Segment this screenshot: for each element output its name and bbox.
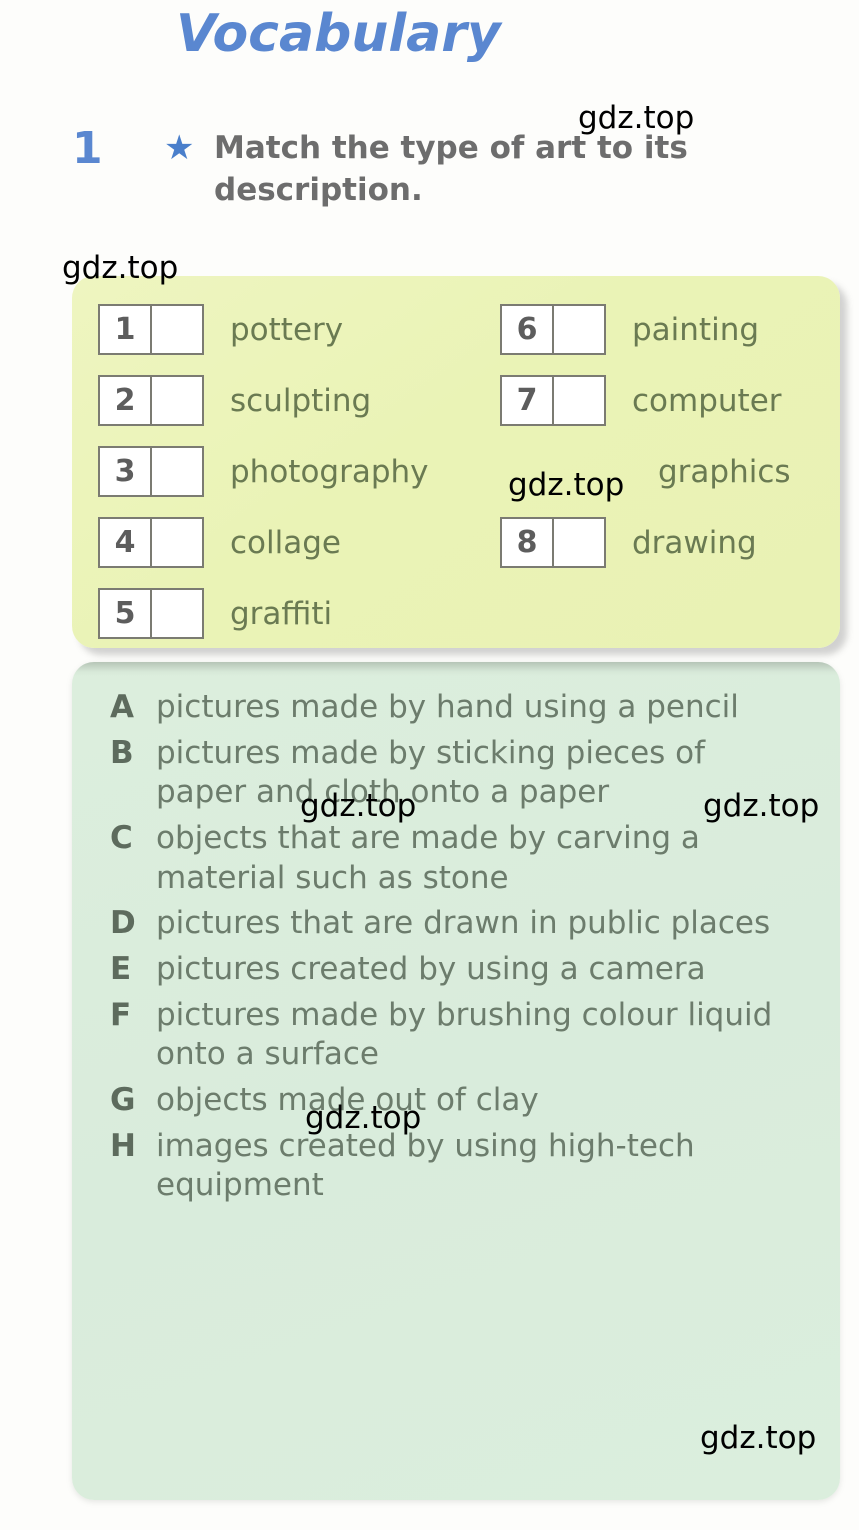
description-text: pictures made by hand using a pencil bbox=[156, 689, 739, 725]
term-number: 5 bbox=[100, 590, 152, 637]
description-letter: C bbox=[110, 820, 133, 857]
list-item: C objects that are made by carving a mat… bbox=[110, 819, 828, 898]
term-number: 1 bbox=[100, 306, 152, 353]
description-letter: B bbox=[110, 734, 134, 771]
answer-input-6[interactable] bbox=[554, 306, 604, 353]
answer-input-2[interactable] bbox=[152, 377, 202, 424]
term-label: computer bbox=[632, 382, 782, 419]
answer-input-4[interactable] bbox=[152, 519, 202, 566]
answer-input-1[interactable] bbox=[152, 306, 202, 353]
term-row: 3 photography bbox=[98, 436, 478, 507]
list-item: B pictures made by sticking pieces of pa… bbox=[110, 734, 828, 813]
term-label: pottery bbox=[230, 311, 344, 348]
term-number: 7 bbox=[502, 377, 554, 424]
list-item: D pictures that are drawn in public plac… bbox=[110, 904, 828, 944]
term-number: 2 bbox=[100, 377, 152, 424]
list-item: H images created by using high-tech equi… bbox=[110, 1127, 828, 1206]
description-text: pictures made by brushing colour liquid … bbox=[156, 996, 773, 1073]
term-label: photography bbox=[230, 453, 429, 490]
term-row: 6 painting bbox=[500, 294, 830, 365]
match-box-2[interactable]: 2 bbox=[98, 375, 204, 426]
description-text: pictures that are drawn in public places bbox=[156, 905, 771, 942]
description-letter: E bbox=[110, 951, 132, 988]
term-label-continued: graphics bbox=[658, 453, 791, 490]
match-box-7[interactable]: 7 bbox=[500, 375, 606, 426]
list-item: E pictures created by using a camera bbox=[110, 950, 828, 990]
list-item: F pictures made by brushing colour liqui… bbox=[110, 996, 828, 1075]
term-label: drawing bbox=[632, 524, 757, 561]
descriptions-panel: A pictures made by hand using a pencil B… bbox=[72, 662, 840, 1500]
description-text: images created by using high-tech equipm… bbox=[156, 1127, 695, 1204]
term-number: 6 bbox=[502, 306, 554, 353]
term-number: 8 bbox=[502, 519, 554, 566]
descriptions-list: A pictures made by hand using a pencil B… bbox=[110, 688, 828, 1212]
answer-input-3[interactable] bbox=[152, 448, 202, 495]
description-letter: D bbox=[110, 905, 136, 942]
list-item: A pictures made by hand using a pencil bbox=[110, 688, 828, 728]
answer-input-7[interactable] bbox=[554, 377, 604, 424]
term-label: sculpting bbox=[230, 382, 372, 419]
description-text: objects that are made by carving a mater… bbox=[156, 820, 700, 896]
list-item: G objects made out of clay bbox=[110, 1081, 828, 1121]
description-text: pictures made by sticking pieces of pape… bbox=[156, 734, 706, 811]
description-text: objects made out of clay bbox=[156, 1082, 539, 1119]
term-row-continuation: graphics bbox=[500, 436, 830, 507]
description-letter: G bbox=[110, 1082, 136, 1119]
exercise-number: 1 bbox=[72, 123, 103, 174]
description-letter: A bbox=[110, 689, 134, 725]
exercise-instruction: Match the type of art to its description… bbox=[214, 130, 688, 208]
terms-left-column: 1 pottery 2 sculpting 3 photography 4 co… bbox=[98, 294, 478, 649]
description-letter: F bbox=[110, 996, 132, 1033]
match-box-3[interactable]: 3 bbox=[98, 446, 204, 497]
answer-input-5[interactable] bbox=[152, 590, 202, 637]
term-label: collage bbox=[230, 524, 341, 561]
match-box-4[interactable]: 4 bbox=[98, 517, 204, 568]
description-text: pictures created by using a camera bbox=[156, 951, 706, 988]
term-label: graffiti bbox=[230, 595, 333, 632]
term-label: painting bbox=[632, 311, 760, 348]
page-title: Vocabulary bbox=[176, 4, 501, 64]
term-row: 7 computer bbox=[500, 365, 830, 436]
term-row: 1 pottery bbox=[98, 294, 478, 365]
description-letter: H bbox=[110, 1127, 136, 1164]
term-number: 4 bbox=[100, 519, 152, 566]
match-box-1[interactable]: 1 bbox=[98, 304, 204, 355]
answer-input-8[interactable] bbox=[554, 519, 604, 566]
term-number: 3 bbox=[100, 448, 152, 495]
term-row: 5 graffiti bbox=[98, 578, 478, 649]
terms-right-column: 6 painting 7 computer graphics 8 drawing bbox=[500, 294, 830, 578]
star-icon: ★ bbox=[164, 129, 195, 167]
match-box-8[interactable]: 8 bbox=[500, 517, 606, 568]
term-row: 2 sculpting bbox=[98, 365, 478, 436]
term-row: 8 drawing bbox=[500, 507, 830, 578]
match-box-5[interactable]: 5 bbox=[98, 588, 204, 639]
match-box-6[interactable]: 6 bbox=[500, 304, 606, 355]
terms-panel: 1 pottery 2 sculpting 3 photography 4 co… bbox=[72, 276, 840, 648]
term-row: 4 collage bbox=[98, 507, 478, 578]
